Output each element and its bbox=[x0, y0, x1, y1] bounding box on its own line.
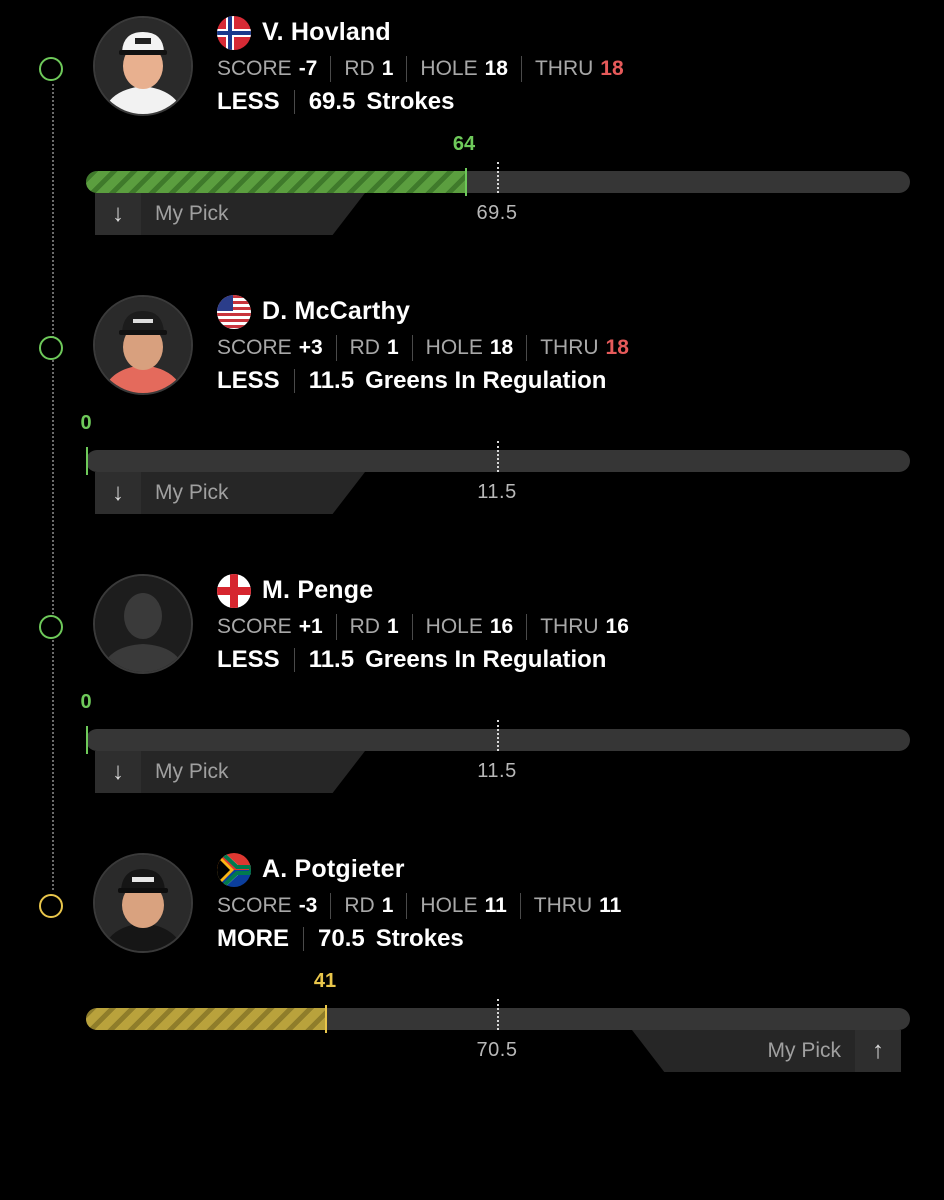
player-stats: SCORE +3 RD 1 HOLE 18 THRU 18 bbox=[217, 335, 629, 361]
pick-direction: LESS bbox=[217, 367, 280, 394]
pick-summary: LESS 11.5 Greens In Regulation bbox=[217, 646, 606, 674]
pick-direction: MORE bbox=[217, 925, 289, 952]
progress-fill bbox=[86, 1008, 325, 1030]
line-marker bbox=[497, 441, 499, 472]
current-value-marker bbox=[325, 1005, 327, 1033]
south-africa-flag-icon bbox=[217, 853, 251, 887]
pick-stat: Strokes bbox=[366, 88, 455, 115]
current-value-label: 0 bbox=[80, 691, 92, 713]
england-flag-icon bbox=[217, 574, 251, 608]
norway-flag-icon bbox=[217, 16, 251, 50]
player-card-hovland[interactable]: V. Hovland SCORE -7 RD 1 HOLE 18 THRU 18 LES… bbox=[0, 0, 944, 279]
player-avatar bbox=[93, 853, 193, 953]
player-stats: SCORE -3 RD 1 HOLE 11 THRU 11 bbox=[217, 893, 622, 919]
arrow-down-icon: ↓ bbox=[95, 472, 141, 514]
current-value-marker bbox=[86, 726, 88, 754]
player-avatar-placeholder bbox=[93, 574, 193, 674]
player-name: A. Potgieter bbox=[262, 855, 405, 883]
pick-line: 11.5 bbox=[308, 367, 355, 394]
pick-line: 69.5 bbox=[308, 88, 356, 115]
pick-line: 70.5 bbox=[318, 925, 365, 952]
current-value-label: 41 bbox=[313, 970, 337, 992]
current-value-label: 0 bbox=[80, 412, 92, 434]
line-value-label: 11.5 bbox=[477, 760, 517, 782]
player-card-potgieter[interactable]: A. Potgieter SCORE -3 RD 1 HOLE 11 THRU 11 M… bbox=[0, 837, 944, 1116]
player-avatar bbox=[93, 295, 193, 395]
player-name: V. Hovland bbox=[262, 18, 391, 46]
current-value-label: 64 bbox=[452, 133, 476, 155]
line-marker bbox=[497, 720, 499, 751]
line-value-label: 69.5 bbox=[476, 202, 518, 224]
line-value-label: 70.5 bbox=[476, 1039, 518, 1061]
line-marker bbox=[497, 162, 499, 193]
current-value-marker bbox=[465, 168, 467, 196]
player-card-mccarthy[interactable]: D. McCarthy SCORE +3 RD 1 HOLE 18 THRU 18 LE… bbox=[0, 279, 944, 558]
my-pick-tag: ↓ My Pick bbox=[95, 193, 365, 235]
pick-direction: LESS bbox=[217, 88, 280, 115]
player-name: D. McCarthy bbox=[262, 297, 411, 325]
pick-direction: LESS bbox=[217, 646, 280, 673]
arrow-down-icon: ↓ bbox=[95, 193, 141, 235]
my-pick-tag: ↓ My Pick bbox=[95, 751, 365, 793]
usa-flag-icon bbox=[217, 295, 251, 329]
progress-fill bbox=[86, 171, 466, 193]
pick-line: 11.5 bbox=[308, 646, 355, 673]
current-value-marker bbox=[86, 447, 88, 475]
arrow-up-icon: ↑ bbox=[855, 1030, 901, 1072]
pick-summary: MORE 70.5 Strokes bbox=[217, 925, 464, 953]
player-card-penge[interactable]: M. Penge SCORE +1 RD 1 HOLE 16 THRU 16 LESS … bbox=[0, 558, 944, 837]
arrow-down-icon: ↓ bbox=[95, 751, 141, 793]
pick-stat: Greens In Regulation bbox=[365, 646, 607, 673]
pick-summary: LESS 11.5 Greens In Regulation bbox=[217, 367, 606, 395]
line-marker bbox=[497, 999, 499, 1030]
player-name: M. Penge bbox=[262, 576, 374, 604]
player-avatar bbox=[93, 16, 193, 116]
player-stats: SCORE +1 RD 1 HOLE 16 THRU 16 bbox=[217, 614, 629, 640]
my-pick-tag: ↓ My Pick bbox=[95, 472, 365, 514]
player-stats: SCORE -7 RD 1 HOLE 18 THRU 18 bbox=[217, 56, 624, 82]
pick-summary: LESS 69.5 Strokes bbox=[217, 88, 454, 116]
line-value-label: 11.5 bbox=[477, 481, 517, 503]
pick-stat: Strokes bbox=[375, 925, 464, 952]
my-pick-tag: My Pick ↑ bbox=[632, 1030, 901, 1072]
pick-stat: Greens In Regulation bbox=[365, 367, 607, 394]
